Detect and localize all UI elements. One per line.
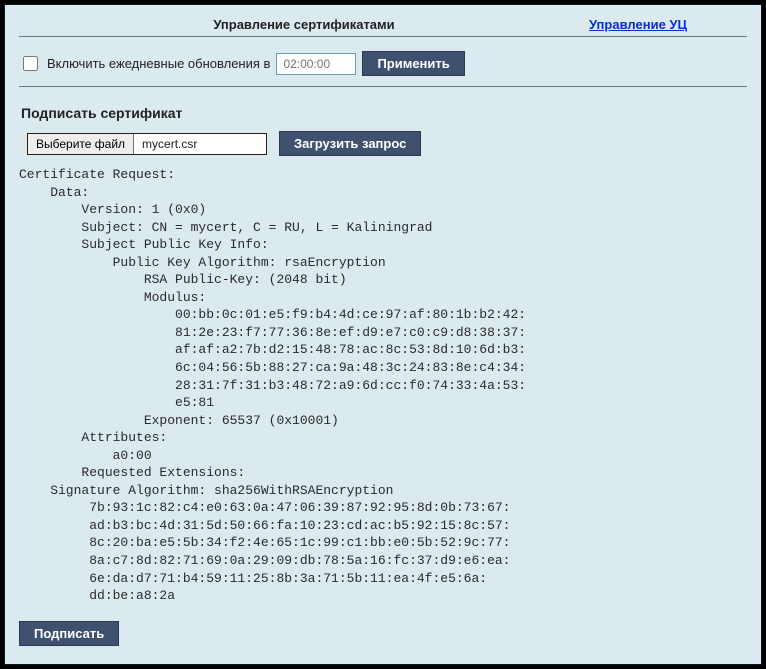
certificate-request-text: Certificate Request: Data: Version: 1 (0… [19,166,747,605]
manage-ca-link[interactable]: Управление УЦ [589,17,747,32]
cert-management-panel: Управление сертификатами Управление УЦ В… [4,4,762,665]
file-upload-row: Выберите файл mycert.csr Загрузить запро… [19,131,747,156]
upload-request-button[interactable]: Загрузить запрос [279,131,421,156]
sign-button[interactable]: Подписать [19,621,119,646]
page-title: Управление сертификатами [19,17,589,32]
file-picker[interactable]: Выберите файл mycert.csr [27,133,267,155]
header-row: Управление сертификатами Управление УЦ [19,15,747,37]
daily-updates-checkbox[interactable] [23,56,38,71]
daily-time-input[interactable] [276,53,356,75]
sign-section-title: Подписать сертификат [21,105,747,121]
daily-updates-label: Включить ежедневные обновления в [47,56,270,71]
choose-file-button[interactable]: Выберите файл [28,134,134,154]
selected-file-name: mycert.csr [134,137,205,151]
daily-updates-row: Включить ежедневные обновления в Примени… [19,37,747,87]
apply-button[interactable]: Применить [362,51,464,76]
